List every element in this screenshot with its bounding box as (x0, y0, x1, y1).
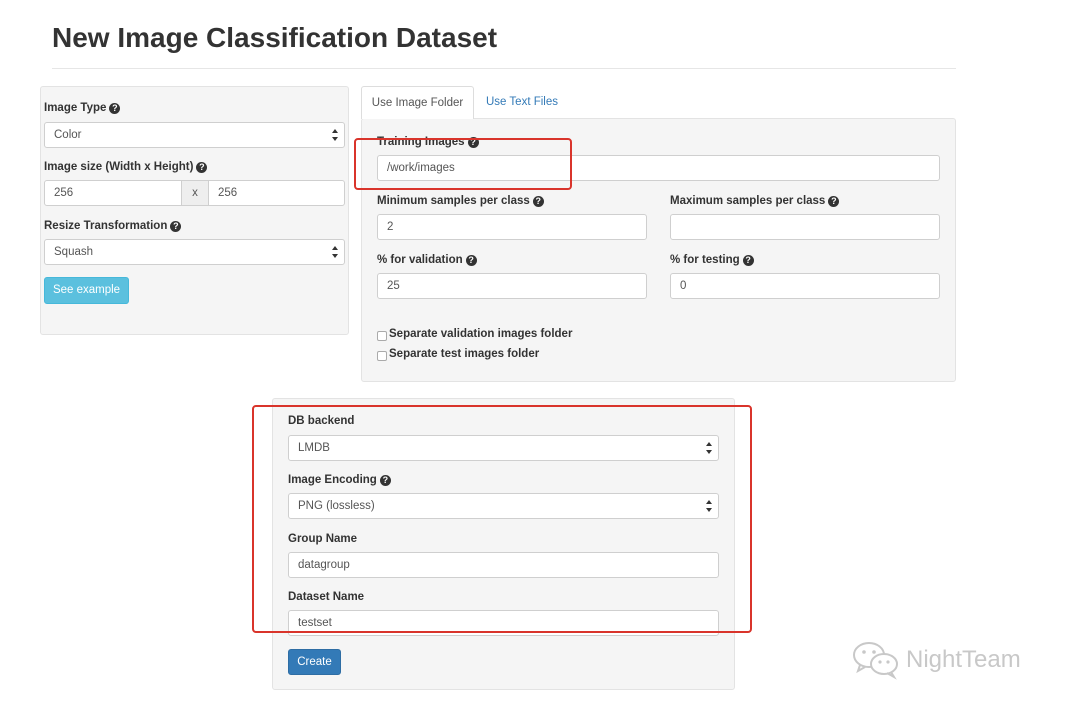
min-samples-label: Minimum samples per class? (377, 195, 544, 207)
size-separator: x (181, 180, 209, 206)
select-arrows-icon (331, 245, 339, 259)
pct-testing-label: % for testing? (670, 254, 754, 266)
max-samples-label: Maximum samples per class? (670, 195, 840, 207)
help-icon[interactable]: ? (742, 255, 754, 266)
resize-transformation-label: Resize Transformation? (44, 220, 182, 232)
min-samples-input[interactable]: 2 (377, 214, 647, 240)
help-icon[interactable]: ? (196, 162, 208, 173)
pct-validation-label: % for validation? (377, 254, 477, 266)
help-icon[interactable]: ? (828, 196, 840, 207)
help-icon[interactable]: ? (109, 103, 121, 114)
training-images-highlight (354, 138, 572, 190)
image-width-input[interactable]: 256 (44, 180, 182, 206)
help-icon[interactable]: ? (532, 196, 544, 207)
max-samples-input[interactable] (670, 214, 940, 240)
title-divider (52, 68, 956, 69)
image-size-label: Image size (Width x Height)? (44, 161, 208, 173)
select-arrows-icon (331, 128, 339, 142)
tab-use-image-folder[interactable]: Use Image Folder (361, 86, 474, 119)
separate-validation-checkbox[interactable] (377, 331, 387, 341)
help-icon[interactable]: ? (465, 255, 477, 266)
help-icon[interactable]: ? (170, 221, 182, 232)
image-type-select[interactable]: Color (44, 122, 345, 148)
wechat-icon (853, 642, 898, 680)
create-button[interactable]: Create (288, 649, 341, 675)
page-title: New Image Classification Dataset (52, 22, 498, 53)
separate-validation-label: Separate validation images folder (389, 328, 573, 340)
db-options-highlight (252, 405, 752, 633)
watermark: NightTeam (850, 640, 1021, 680)
see-example-button[interactable]: See example (44, 277, 129, 304)
resize-transformation-select[interactable]: Squash (44, 239, 345, 265)
tab-use-text-files[interactable]: Use Text Files (478, 86, 566, 118)
image-type-label: Image Type? (44, 102, 121, 114)
pct-validation-input[interactable]: 25 (377, 273, 647, 299)
pct-testing-input[interactable]: 0 (670, 273, 940, 299)
separate-test-checkbox[interactable] (377, 351, 387, 361)
watermark-text: NightTeam (906, 646, 1021, 673)
separate-test-label: Separate test images folder (389, 348, 540, 360)
image-height-input[interactable]: 256 (208, 180, 345, 206)
